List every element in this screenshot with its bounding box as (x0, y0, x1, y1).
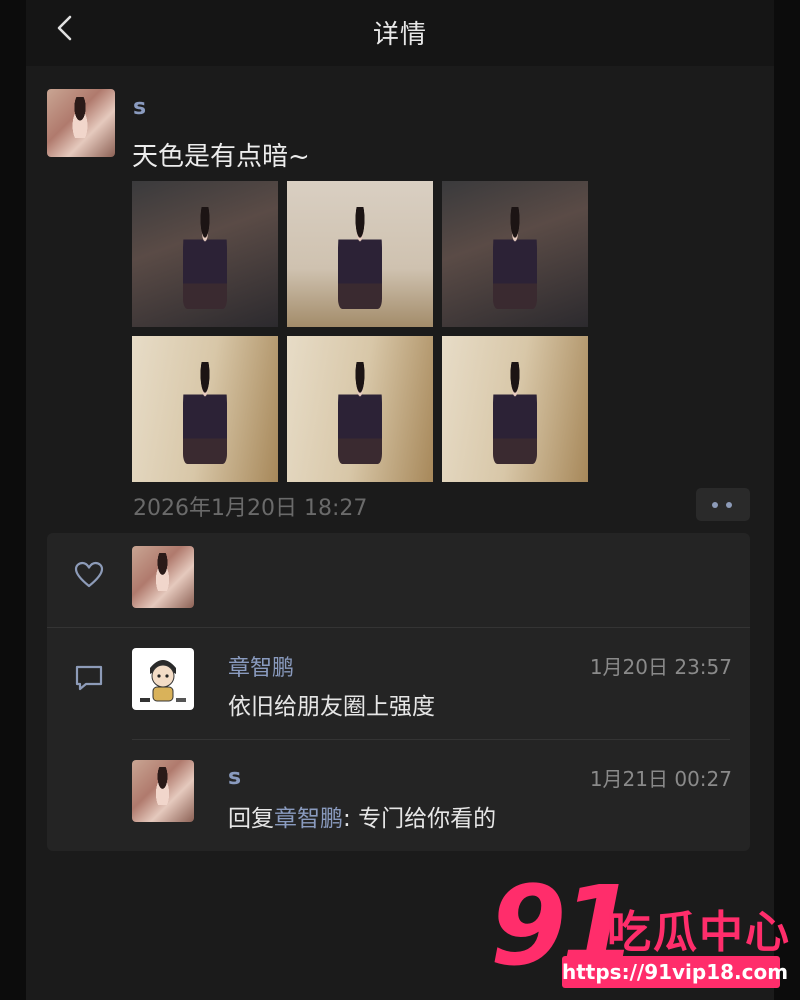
divider (47, 627, 750, 628)
liker-avatar[interactable] (132, 546, 194, 608)
post-text: 天色是有点暗~ (132, 142, 310, 172)
comment-author[interactable]: 章智鹏 (228, 650, 294, 682)
author-avatar[interactable] (47, 89, 115, 157)
photo-thumbnail[interactable] (132, 336, 278, 482)
reply-target-name[interactable]: 章智鹏 (274, 806, 343, 832)
photo-thumbnail[interactable] (287, 336, 433, 482)
dot-icon (726, 502, 732, 508)
photo-thumbnail[interactable] (442, 336, 588, 482)
comment-time: 1月20日 23:57 (589, 655, 732, 679)
watermark-name: 吃瓜中心 (607, 907, 791, 958)
more-actions-button[interactable] (696, 488, 750, 521)
photo-thumbnail[interactable] (132, 181, 278, 327)
comment-text: 回复章智鹏: 专门给你看的 (228, 799, 496, 833)
watermark: 91 吃瓜中心 https://91vip18.com (482, 862, 800, 1000)
photo-thumbnail[interactable] (442, 181, 588, 327)
interaction-panel: 章智鹏 1月20日 23:57 依旧给朋友圈上强度 s 1月21日 00:27 … (47, 533, 750, 851)
comment-author[interactable]: s (228, 765, 241, 790)
reply-prefix: 回复 (228, 806, 274, 832)
reply-body: 专门给你看的 (358, 806, 497, 832)
photo-thumbnail[interactable] (287, 181, 433, 327)
screen: 详情 s 天色是有点暗~ 2026年1月20日 18:27 章智鹏 1月20日 … (26, 0, 774, 1000)
commenter-avatar[interactable] (132, 760, 194, 822)
comment-text: 依旧给朋友圈上强度 (228, 694, 435, 720)
cartoon-avatar-icon (140, 660, 186, 702)
watermark-url: https://91vip18.com (562, 956, 788, 988)
heart-icon (74, 561, 104, 588)
comment-time: 1月21日 00:27 (589, 767, 732, 791)
photo-grid (132, 181, 588, 483)
post-timestamp: 2026年1月20日 18:27 (133, 496, 368, 521)
top-bar: 详情 (26, 0, 774, 66)
dot-icon (712, 502, 718, 508)
author-name[interactable]: s (133, 95, 146, 120)
reply-separator: : (343, 806, 359, 832)
divider (132, 739, 730, 740)
page-title: 详情 (372, 20, 427, 50)
commenter-avatar[interactable] (132, 648, 194, 710)
comment-icon (75, 665, 103, 691)
